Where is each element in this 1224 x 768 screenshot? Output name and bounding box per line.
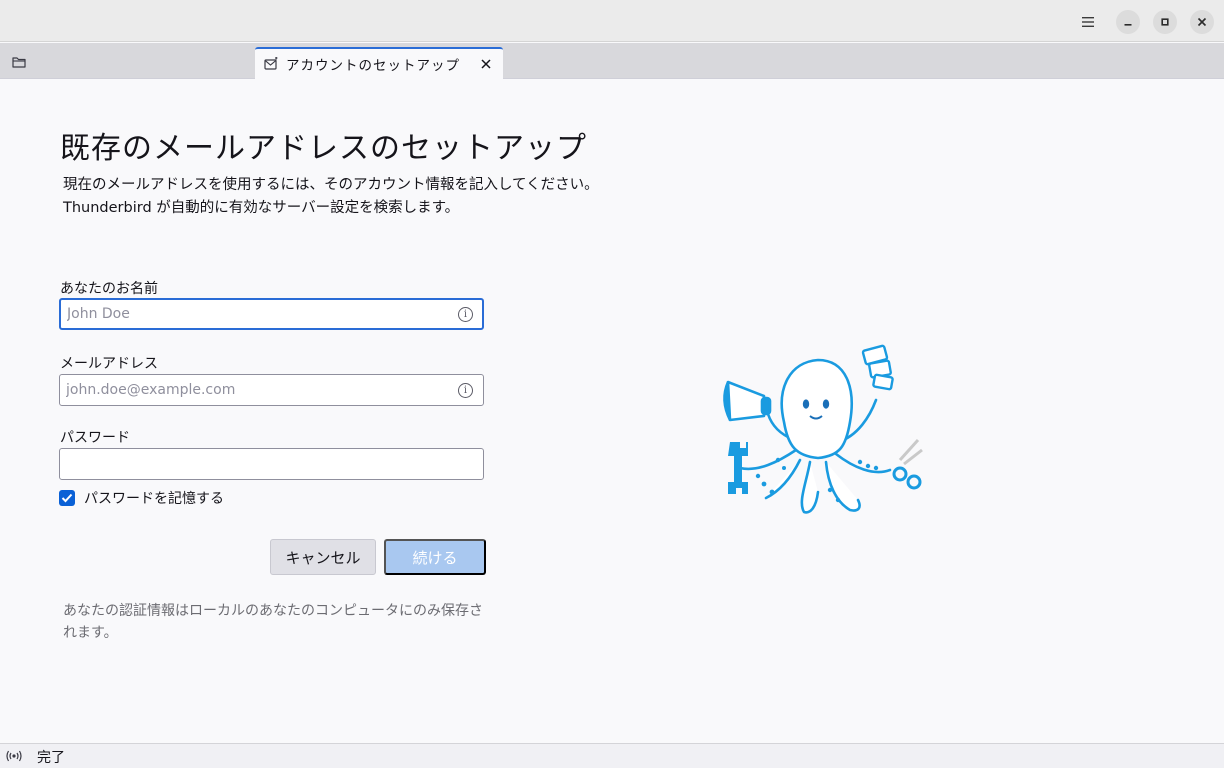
description-line-1: 現在のメールアドレスを使用するには、そのアカウント情報を記入してください。: [63, 177, 599, 193]
remember-password-checkbox[interactable]: [59, 490, 75, 506]
account-setup-page: 既存のメールアドレスのセットアップ 現在のメールアドレスを使用するには、そのアカ…: [0, 80, 1224, 743]
setup-description: 現在のメールアドレスを使用するには、そのアカウント情報を記入してください。 Th…: [63, 174, 599, 220]
name-field[interactable]: i: [59, 298, 484, 330]
password-input[interactable]: [60, 449, 483, 479]
check-icon: [61, 493, 73, 503]
tab-strip: アカウントのセットアップ: [0, 43, 1224, 79]
info-icon[interactable]: i: [458, 307, 473, 322]
hamburger-menu-icon[interactable]: [1076, 10, 1100, 34]
email-label: メールアドレス: [60, 356, 158, 372]
status-text: 完了: [37, 750, 65, 766]
minimize-icon[interactable]: [1116, 10, 1140, 34]
title-bar: [0, 0, 1224, 42]
activity-icon[interactable]: [6, 749, 22, 763]
password-label: パスワード: [60, 430, 130, 446]
folder-icon[interactable]: [10, 55, 28, 69]
remember-password-row[interactable]: パスワードを記憶する: [59, 488, 224, 508]
tab-account-setup[interactable]: アカウントのセットアップ: [255, 47, 503, 79]
status-bar: 完了: [0, 743, 1224, 768]
mail-setup-icon: [264, 57, 280, 71]
info-icon[interactable]: i: [458, 383, 473, 398]
name-label: あなたのお名前: [60, 281, 158, 297]
octopus-mascot-illustration: [723, 344, 923, 514]
name-input[interactable]: [61, 300, 482, 328]
cancel-button[interactable]: キャンセル: [270, 539, 376, 575]
tab-close-icon[interactable]: [477, 55, 495, 73]
page-title: 既存のメールアドレスのセットアップ: [60, 131, 587, 166]
maximize-icon[interactable]: [1153, 10, 1177, 34]
password-field[interactable]: [59, 448, 484, 480]
continue-button[interactable]: 続ける: [384, 539, 486, 575]
credentials-note: あなたの認証情報はローカルのあなたのコンピュータにのみ保存されます。: [63, 603, 483, 641]
description-line-2: Thunderbird が自動的に有効なサーバー設定を検索します。: [63, 200, 460, 216]
close-icon[interactable]: [1190, 10, 1214, 34]
email-field[interactable]: i: [59, 374, 484, 406]
remember-password-label: パスワードを記憶する: [84, 491, 224, 507]
email-input[interactable]: [60, 375, 483, 405]
tab-label: アカウントのセットアップ: [286, 58, 460, 74]
